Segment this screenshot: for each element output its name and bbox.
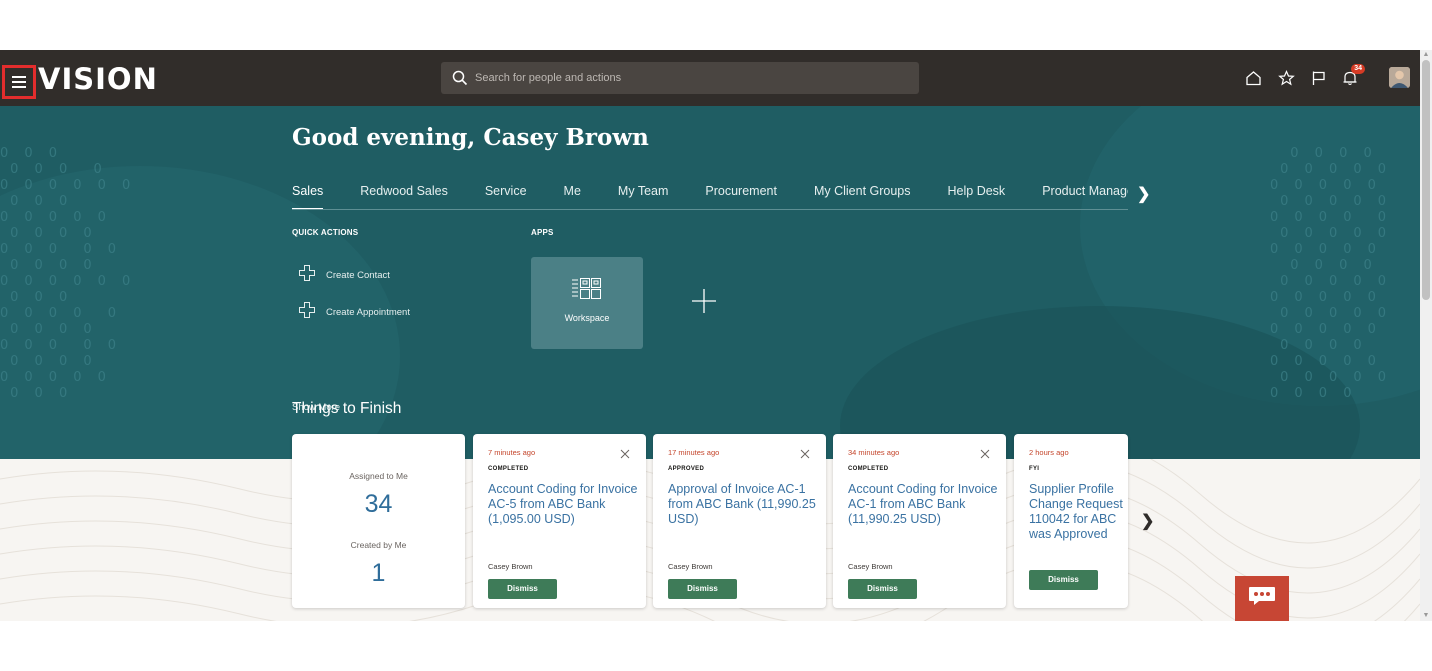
- quick-actions-heading: QUICK ACTIONS: [292, 228, 359, 237]
- task-title-link[interactable]: Account Coding for Invoice AC-1 from ABC…: [848, 482, 998, 527]
- flag-icon[interactable]: [1307, 67, 1329, 89]
- tab-redwood-sales[interactable]: Redwood Sales: [360, 180, 448, 209]
- home-icon[interactable]: [1242, 67, 1264, 89]
- task-status: FYI: [1029, 466, 1040, 472]
- task-card: 17 minutes ago APPROVED Approval of Invo…: [653, 434, 826, 608]
- task-time: 2 hours ago: [1029, 448, 1069, 457]
- plus-icon: [298, 301, 316, 324]
- greeting-heading: Good evening, Casey Brown: [292, 124, 649, 151]
- scroll-thumb[interactable]: [1422, 60, 1430, 300]
- task-card: 7 minutes ago COMPLETED Account Coding f…: [473, 434, 646, 608]
- add-app-plus-icon[interactable]: [690, 287, 718, 315]
- task-time: 34 minutes ago: [848, 448, 900, 457]
- close-icon[interactable]: [980, 446, 990, 459]
- task-owner: Casey Brown: [848, 562, 893, 571]
- created-by-me-count[interactable]: 1: [292, 559, 465, 588]
- task-status: COMPLETED: [488, 466, 529, 472]
- quick-action-create-contact[interactable]: Create Contact: [298, 264, 390, 287]
- decorative-pattern: 0 0 0 0 0 0 0 0 0 0 0 0 0 0 0 0 0 0 0 0 …: [1270, 146, 1393, 401]
- task-owner: Casey Brown: [488, 562, 533, 571]
- workspace-icon: [571, 277, 603, 306]
- close-icon[interactable]: [620, 446, 630, 459]
- things-to-finish-heading: Things to Finish: [292, 400, 402, 417]
- apps-heading: APPS: [531, 228, 554, 237]
- close-icon[interactable]: [800, 446, 810, 459]
- decorative-pattern: 0 0 0 0 0 0 0 0 0 0 0 0 0 0 0 0 0 0 0 0 …: [0, 146, 137, 401]
- dismiss-button[interactable]: Dismiss: [1029, 570, 1098, 590]
- cards-chevron-right-icon[interactable]: ❯: [1141, 511, 1154, 531]
- vision-logo[interactable]: VISION: [38, 62, 158, 96]
- tab-help-desk[interactable]: Help Desk: [948, 180, 1006, 209]
- dismiss-button[interactable]: Dismiss: [668, 579, 737, 599]
- task-owner: Casey Brown: [668, 562, 713, 571]
- assigned-to-me-count[interactable]: 34: [292, 490, 465, 519]
- tab-me[interactable]: Me: [564, 180, 581, 209]
- search-icon: [445, 62, 475, 94]
- task-time: 17 minutes ago: [668, 448, 720, 457]
- tab-my-client-groups[interactable]: My Client Groups: [814, 180, 911, 209]
- tab-sales[interactable]: Sales: [292, 180, 324, 209]
- app-tile-label: Workspace: [564, 313, 610, 323]
- notification-count-badge: 34: [1351, 64, 1365, 74]
- quick-action-label: Create Contact: [326, 270, 390, 281]
- task-card: 2 hours ago FYI Supplier Profile Change …: [1014, 434, 1128, 608]
- task-card: 34 minutes ago COMPLETED Account Coding …: [833, 434, 1006, 608]
- notifications-bell-icon[interactable]: 34: [1339, 64, 1365, 89]
- dismiss-button[interactable]: Dismiss: [488, 579, 557, 599]
- search-input[interactable]: [475, 72, 895, 84]
- task-title-link[interactable]: Approval of Invoice AC-1 from ABC Bank (…: [668, 482, 818, 527]
- assigned-to-me-label: Assigned to Me: [349, 471, 408, 481]
- tab-procurement[interactable]: Procurement: [705, 180, 777, 209]
- navigator-menu-button[interactable]: [2, 65, 36, 99]
- quick-action-create-appointment[interactable]: Create Appointment: [298, 301, 410, 324]
- created-by-me-label: Created by Me: [350, 540, 407, 550]
- menu-icon: [12, 76, 26, 88]
- user-avatar[interactable]: [1389, 67, 1410, 88]
- quick-action-label: Create Appointment: [326, 307, 410, 318]
- app-tile-workspace[interactable]: Workspace: [531, 257, 643, 349]
- dismiss-button[interactable]: Dismiss: [848, 579, 917, 599]
- task-time: 7 minutes ago: [488, 448, 536, 457]
- scroll-up-arrow-icon[interactable]: ▲: [1422, 51, 1430, 59]
- global-search[interactable]: [441, 62, 919, 94]
- tab-my-team[interactable]: My Team: [618, 180, 668, 209]
- plus-icon: [298, 264, 316, 287]
- springboard-tabs: Sales Redwood Sales Service Me My Team P…: [292, 180, 1128, 210]
- page-scrollbar[interactable]: ▲ ▼: [1420, 50, 1432, 621]
- tabs-chevron-right-icon[interactable]: ❯: [1137, 184, 1150, 204]
- chat-icon: [1247, 585, 1277, 612]
- springboard-hero: 0 0 0 0 0 0 0 0 0 0 0 0 0 0 0 0 0 0 0 0 …: [0, 106, 1420, 459]
- scroll-down-arrow-icon[interactable]: ▼: [1422, 612, 1430, 620]
- task-status: COMPLETED: [848, 466, 889, 472]
- assigned-summary-card: Assigned to Me 34 Created by Me 1: [292, 434, 465, 608]
- task-title-link[interactable]: Account Coding for Invoice AC-5 from ABC…: [488, 482, 638, 527]
- tab-product-management[interactable]: Product Management: [1042, 180, 1128, 209]
- chat-button[interactable]: [1235, 576, 1289, 621]
- star-icon[interactable]: [1275, 67, 1297, 89]
- task-title-link[interactable]: Supplier Profile Change Request 110042 f…: [1029, 482, 1128, 542]
- app-frame: VISION 34 ▲ ▼ 0 0: [0, 50, 1432, 621]
- global-header: VISION 34: [0, 50, 1420, 106]
- task-status: APPROVED: [668, 466, 705, 472]
- tab-service[interactable]: Service: [485, 180, 527, 209]
